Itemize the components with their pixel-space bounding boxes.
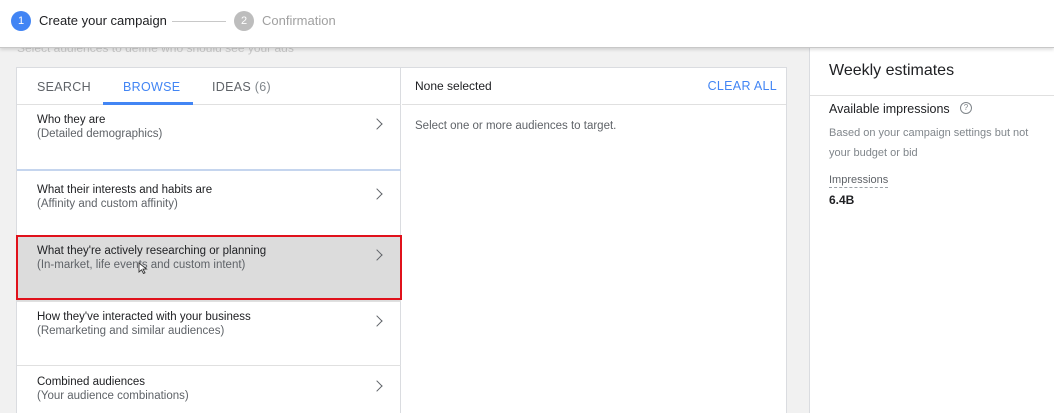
tab-ideas-count: (6): [254, 80, 271, 94]
estimates-title: Weekly estimates: [829, 62, 955, 79]
category-researching-planning[interactable]: What they're actively researching or pla…: [17, 236, 401, 302]
weekly-estimates-panel: Weekly estimates Available impressions ?…: [809, 48, 1054, 413]
category-interacted-business[interactable]: How they've interacted with your busines…: [17, 302, 401, 366]
category-title: How they've interacted with your busines…: [37, 311, 251, 323]
chevron-right-icon: [371, 380, 383, 392]
tab-ideas-label: IDEAS: [212, 80, 252, 94]
audience-selector-card: SEARCH BROWSE IDEAS (6) Who they are (De…: [16, 67, 787, 413]
step-connector: [172, 21, 226, 22]
audience-tabs: SEARCH BROWSE IDEAS (6): [17, 68, 401, 105]
step-1-label: Create your campaign: [39, 13, 167, 28]
category-who-they-are[interactable]: Who they are (Detailed demographics): [17, 106, 401, 171]
impressions-value: 6.4B: [829, 193, 855, 207]
category-title: What their interests and habits are: [37, 184, 213, 196]
step-2-label: Confirmation: [262, 13, 336, 28]
chevron-right-icon: [371, 249, 383, 261]
category-interests-habits[interactable]: What their interests and habits are (Aff…: [17, 173, 401, 236]
step-1-number: 1: [11, 11, 31, 31]
clear-all-button[interactable]: CLEAR ALL: [708, 79, 777, 93]
chevron-right-icon: [371, 188, 383, 200]
mouse-pointer-icon: [138, 262, 148, 274]
none-selected-label: None selected: [415, 79, 492, 93]
stepper-bar: 1 Create your campaign 2 Confirmation: [0, 0, 1054, 48]
browse-pane: SEARCH BROWSE IDEAS (6) Who they are (De…: [17, 68, 401, 413]
chevron-right-icon: [371, 118, 383, 130]
category-subtitle: (Remarketing and similar audiences): [37, 325, 225, 337]
category-subtitle: (Affinity and custom affinity): [37, 198, 178, 210]
step-2-number: 2: [234, 11, 254, 31]
estimates-header: Weekly estimates: [810, 48, 1054, 96]
selected-header: None selected CLEAR ALL: [402, 68, 786, 105]
category-combined-audiences[interactable]: Combined audiences (Your audience combin…: [17, 366, 401, 413]
active-tab-indicator: [103, 102, 193, 105]
chevron-right-icon: [371, 315, 383, 327]
available-impressions-label: Available impressions: [829, 102, 950, 116]
tab-browse[interactable]: BROWSE: [123, 80, 180, 94]
help-circle-icon[interactable]: ?: [960, 102, 972, 114]
category-subtitle: (Your audience combinations): [37, 390, 189, 402]
selected-audiences-pane: None selected CLEAR ALL Select one or mo…: [402, 68, 786, 413]
estimates-note: Based on your campaign settings but not …: [829, 127, 1029, 159]
tab-ideas[interactable]: IDEAS (6): [212, 80, 271, 94]
empty-selection-hint: Select one or more audiences to target.: [415, 120, 617, 132]
tab-search[interactable]: SEARCH: [37, 80, 91, 94]
category-subtitle: (Detailed demographics): [37, 128, 163, 140]
category-title: What they're actively researching or pla…: [37, 245, 267, 257]
impressions-label[interactable]: Impressions: [829, 173, 889, 188]
category-title: Who they are: [37, 114, 106, 126]
category-title: Combined audiences: [37, 376, 146, 388]
